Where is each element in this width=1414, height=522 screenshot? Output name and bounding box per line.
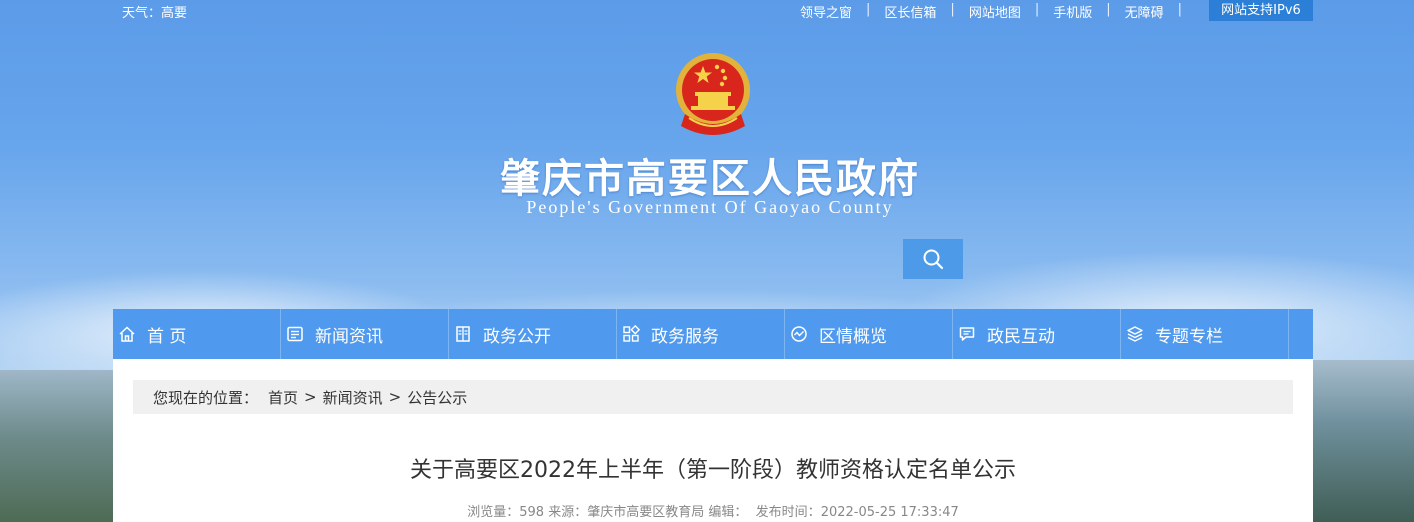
chat-icon (957, 324, 977, 344)
divider: | (1034, 2, 1040, 17)
search-icon (923, 249, 944, 270)
weather-info: 天气：高要 (122, 2, 187, 21)
news-icon (285, 324, 305, 344)
views-label: 浏览量： (467, 505, 520, 520)
home-icon (117, 324, 137, 344)
site-subtitle: People's Government Of Gaoyao County (526, 197, 894, 217)
link-leaders[interactable]: 领导之窗 (800, 2, 852, 21)
source-label: 来源： (548, 505, 588, 520)
breadcrumb-separator: > (388, 388, 402, 406)
weather-label: 天气： (122, 6, 162, 21)
content-panel: 您现在的位置： 首页 > 新闻资讯 > 公告公示 关于高要区2022年上半年（第… (113, 359, 1313, 522)
nav-label: 首 页 (147, 326, 187, 347)
nav-label: 政务公开 (483, 326, 551, 347)
nav-label: 区情概览 (819, 326, 887, 347)
landscape-right (1313, 360, 1414, 522)
nav-label: 新闻资讯 (315, 326, 383, 347)
breadcrumb: 您现在的位置： 首页 > 新闻资讯 > 公告公示 (133, 380, 1293, 414)
document-icon (453, 324, 473, 344)
breadcrumb-news[interactable]: 新闻资讯 (323, 387, 383, 408)
link-mailbox[interactable]: 区长信箱 (884, 2, 936, 21)
link-accessibility[interactable]: 无障碍 (1125, 2, 1164, 21)
breadcrumb-separator: > (304, 388, 317, 406)
landscape-left (0, 370, 120, 522)
site-title: 肇庆市高要区人民政府 (500, 155, 920, 202)
views-count: 598 (519, 505, 545, 520)
national-emblem-icon (671, 52, 755, 140)
nav-label: 政民互动 (987, 326, 1055, 347)
chart-icon (789, 324, 809, 344)
nav-item-gov-affairs[interactable]: 政务公开 (449, 309, 617, 359)
nav-item-home[interactable]: 首 页 (113, 309, 281, 359)
nav-label: 专题专栏 (1155, 326, 1223, 347)
divider: | (866, 2, 871, 17)
breadcrumb-prefix: 您现在的位置： (153, 388, 259, 407)
search-button[interactable] (903, 239, 963, 279)
nav-item-topics[interactable]: 专题专栏 (1121, 309, 1289, 359)
nav-label: 政务服务 (651, 326, 719, 347)
publish-time: 2022-05-25 17:33:47 (820, 505, 959, 520)
nav-filler (1289, 309, 1313, 359)
nav-item-news[interactable]: 新闻资讯 (281, 309, 449, 359)
nav-item-interaction[interactable]: 政民互动 (953, 309, 1121, 359)
grid-icon (621, 324, 641, 344)
divider: | (1177, 2, 1183, 17)
breadcrumb-notices[interactable]: 公告公示 (407, 387, 467, 408)
breadcrumb-home[interactable]: 首页 (268, 387, 298, 408)
divider: | (1106, 2, 1111, 17)
editor-label: 编辑： (708, 505, 748, 520)
link-sitemap[interactable]: 网站地图 (969, 2, 1021, 21)
top-bar: 天气：高要 领导之窗 | 区长信箱 | 网站地图 | 手机版 | 无障碍 | 网… (0, 0, 1414, 22)
nav-item-overview[interactable]: 区情概览 (785, 309, 953, 359)
ipv6-badge[interactable]: 网站支持IPv6 (1209, 0, 1313, 21)
main-nav: 首 页 新闻资讯 政务公开 政务服务 区情概览 政民互动 专题专栏 (113, 309, 1313, 359)
time-label: 发布时间： (755, 505, 821, 520)
source-value: 肇庆市高要区教育局 (587, 505, 705, 520)
layers-icon (1125, 324, 1145, 344)
article-title: 关于高要区2022年上半年（第一阶段）教师资格认定名单公示 (410, 458, 1016, 483)
nav-item-services[interactable]: 政务服务 (617, 309, 785, 359)
weather-value: 高要 (161, 6, 188, 21)
top-links: 领导之窗 | 区长信箱 | 网站地图 | 手机版 | 无障碍 | (800, 2, 1196, 21)
article-meta: 浏览量：598 来源：肇庆市高要区教育局 编辑： 发布时间：2022-05-25… (113, 501, 1313, 520)
divider: | (950, 2, 955, 17)
link-mobile[interactable]: 手机版 (1053, 2, 1092, 21)
